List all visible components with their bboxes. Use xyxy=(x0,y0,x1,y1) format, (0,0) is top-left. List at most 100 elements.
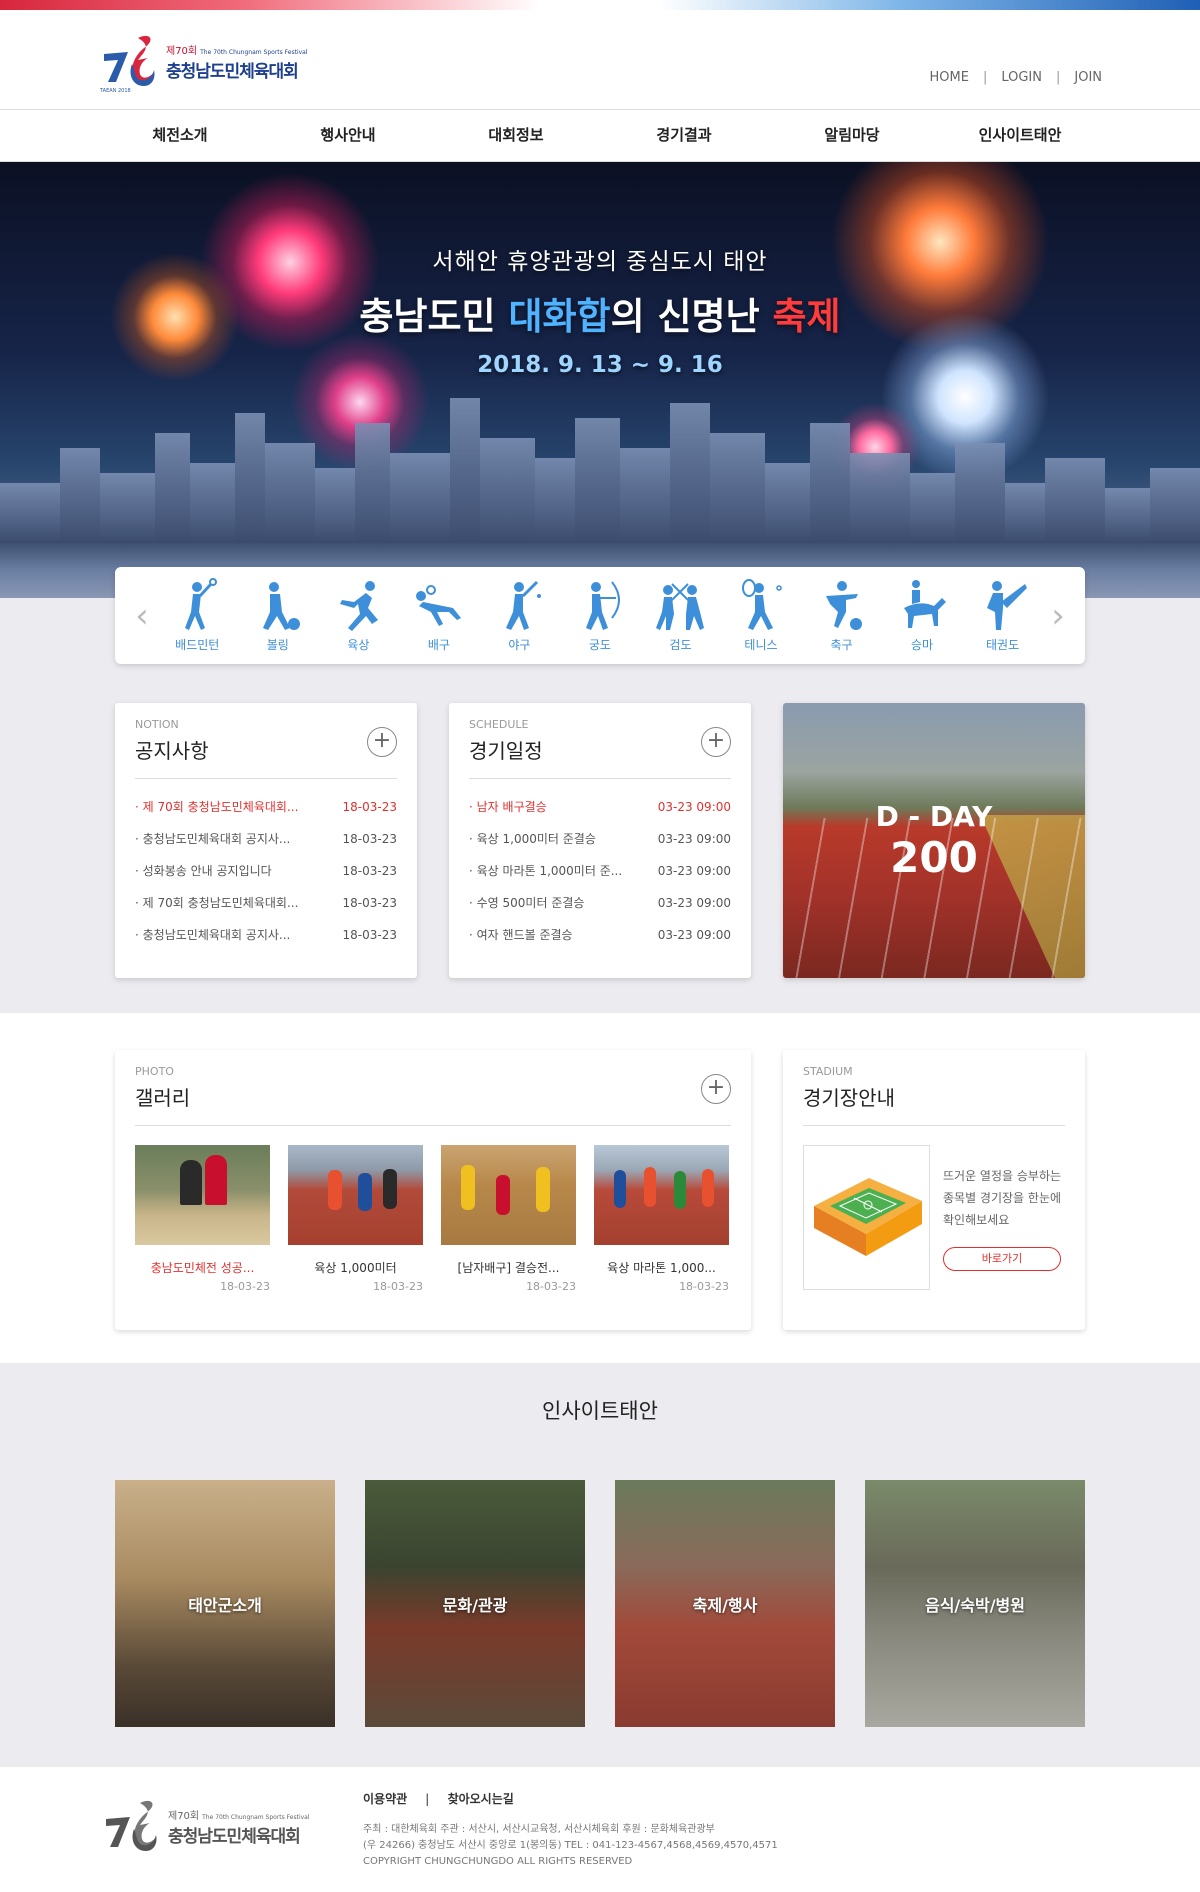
sport-baseball[interactable]: 야구 xyxy=(484,578,554,653)
nav-item-events[interactable]: 행사안내 xyxy=(264,110,432,161)
notice-row-title: · 제 70회 충청남도민체육대회... xyxy=(135,800,299,814)
insight-festival[interactable]: 축제/행사 xyxy=(615,1480,835,1727)
gallery-item[interactable]: 육상 1,000미터 18-03-23 xyxy=(288,1145,423,1293)
dday-countdown: D - DAY 200 xyxy=(783,703,1085,978)
gallery-item-date: 18-03-23 xyxy=(679,1280,729,1293)
insight-taean-intro[interactable]: 태안군소개 xyxy=(115,1480,335,1727)
sport-equestrian[interactable]: 승마 xyxy=(887,578,957,653)
schedule-row[interactable]: · 수영 500미터 준결승 03-23 09:00 xyxy=(469,887,731,919)
notice-row-date: 18-03-23 xyxy=(342,928,397,942)
footer-copyright: COPYRIGHT CHUNGCHUNGDO ALL RIGHTS RESERV… xyxy=(363,1856,633,1867)
insight-label: 문화/관광 xyxy=(442,1595,508,1615)
insight-food-stay-hospital[interactable]: 음식/숙박/병원 xyxy=(865,1480,1085,1727)
nav-item-notice[interactable]: 알림마당 xyxy=(768,110,936,161)
schedule-row[interactable]: · 육상 마라톤 1,000미터 준... 03-23 09:00 xyxy=(469,855,731,887)
sport-label: 야구 xyxy=(508,638,531,652)
sport-tennis[interactable]: 테니스 xyxy=(726,578,796,653)
stadium-title: 경기장안내 xyxy=(803,1086,895,1110)
dday-label: D - DAY xyxy=(875,800,993,833)
notice-row-title: · 충청남도민체육대회 공지사... xyxy=(135,928,291,942)
notice-row-date: 18-03-23 xyxy=(342,832,397,846)
carousel-prev-button[interactable]: ‹ xyxy=(127,596,157,636)
schedule-row[interactable]: · 육상 1,000미터 준결승 03-23 09:00 xyxy=(469,823,731,855)
gallery-item-caption: 육상 마라톤 1,000... xyxy=(607,1261,716,1275)
sport-archery[interactable]: 궁도 xyxy=(565,578,635,653)
sport-volleyball[interactable]: 배구 xyxy=(404,578,474,653)
volleyball-icon xyxy=(415,585,461,626)
schedule-row[interactable]: · 여자 핸드볼 준결승 03-23 09:00 xyxy=(469,919,731,951)
schedule-row-time: 03-23 09:00 xyxy=(657,832,731,846)
sport-label: 축구 xyxy=(830,638,853,652)
gallery-item[interactable]: 충남도민체전 성공... 18-03-23 xyxy=(135,1145,270,1293)
notice-row-date: 18-03-23 xyxy=(342,896,397,910)
nav-item-results[interactable]: 경기결과 xyxy=(600,110,768,161)
notice-row[interactable]: · 성화봉송 안내 공지입니다 18-03-23 xyxy=(135,855,397,887)
stadium-illustration xyxy=(803,1145,930,1290)
hero-title-part: 의 신명난 xyxy=(610,295,773,338)
join-link[interactable]: JOIN xyxy=(1074,70,1102,85)
nav-item-intro[interactable]: 체전소개 xyxy=(96,110,264,161)
logo-english: The 70th Chungnam Sports Festival xyxy=(200,49,308,56)
notice-row[interactable]: · 충청남도민체육대회 공지사... 18-03-23 xyxy=(135,919,397,951)
stadium-icon xyxy=(814,1178,922,1256)
directions-link[interactable]: 찾아오시는길 xyxy=(448,1792,514,1806)
gallery-photo xyxy=(288,1145,423,1245)
gallery-item[interactable]: [남자배구] 결승전... 18-03-23 xyxy=(441,1145,576,1293)
top-color-bar xyxy=(0,0,1200,10)
notice-row[interactable]: · 제 70회 충청남도민체육대회... 18-03-23 xyxy=(135,887,397,919)
schedule-row-time: 03-23 09:00 xyxy=(657,864,731,878)
sport-athletics[interactable]: 육상 xyxy=(323,578,393,653)
dday-value: 200 xyxy=(890,833,978,882)
sport-label: 테니스 xyxy=(744,638,778,652)
gallery-photo xyxy=(135,1145,270,1245)
stadium-desc-line: 확인해보세요 xyxy=(943,1213,1010,1227)
gallery-more-button[interactable]: + xyxy=(701,1074,731,1104)
hero-banner: 서해안 휴양관광의 중심도시 태안 충남도민 대화합의 신명난 축제 2018.… xyxy=(0,162,1200,598)
carousel-next-button[interactable]: › xyxy=(1043,596,1073,636)
site-logo[interactable]: TAEAN 2018 제70회 The 70th Chungnam Sports … xyxy=(98,30,308,94)
insight-title: 인사이트태안 xyxy=(542,1399,658,1423)
gallery-item[interactable]: 육상 마라톤 1,000... 18-03-23 xyxy=(594,1145,729,1293)
divider xyxy=(135,1125,731,1126)
gallery-item-caption: 충남도민체전 성공... xyxy=(150,1261,255,1275)
notice-row-date: 18-03-23 xyxy=(342,864,397,878)
footer-logo-english: The 70th Chungnam Sports Festival xyxy=(202,1814,310,1821)
sport-taekwondo[interactable]: 태권도 xyxy=(968,578,1038,653)
schedule-more-button[interactable]: + xyxy=(701,727,731,757)
nav-item-info[interactable]: 대회정보 xyxy=(432,110,600,161)
notice-row[interactable]: · 제 70회 충청남도민체육대회... 18-03-23 xyxy=(135,791,397,823)
notice-title: 공지사항 xyxy=(135,739,209,763)
logo-emblem-icon: TAEAN 2018 xyxy=(98,30,158,94)
divider xyxy=(803,1125,1065,1126)
soccer-icon xyxy=(825,581,862,630)
sport-label: 배드민턴 xyxy=(175,638,220,652)
terms-link[interactable]: 이용약관 xyxy=(363,1792,407,1806)
insight-label: 음식/숙박/병원 xyxy=(924,1595,1025,1615)
insight-culture-tour[interactable]: 문화/관광 xyxy=(365,1480,585,1727)
city-skyline xyxy=(0,388,1200,543)
schedule-row[interactable]: · 남자 배구결승 03-23 09:00 xyxy=(469,791,731,823)
sport-label: 검도 xyxy=(669,638,692,652)
sport-label: 태권도 xyxy=(986,638,1020,652)
sport-badminton[interactable]: 배드민턴 xyxy=(162,578,232,653)
hero-title: 충남도민 대화합의 신명난 축제 xyxy=(0,286,1200,340)
nav-item-insight[interactable]: 인사이트태안 xyxy=(936,110,1104,161)
sport-soccer[interactable]: 축구 xyxy=(807,578,877,653)
notice-row-title: · 성화봉송 안내 공지입니다 xyxy=(135,864,272,878)
sport-bowling[interactable]: 볼링 xyxy=(243,578,313,653)
notice-more-button[interactable]: + xyxy=(367,727,397,757)
sport-label: 육상 xyxy=(347,638,370,652)
login-link[interactable]: LOGIN xyxy=(1001,70,1042,85)
stadium-go-button[interactable]: 바로가기 xyxy=(943,1247,1061,1271)
site-footer: 제70회 The 70th Chungnam Sports Festival 충청… xyxy=(0,1767,1200,1892)
schedule-row-title: · 육상 마라톤 1,000미터 준... xyxy=(469,864,623,878)
sport-kendo[interactable]: 검도 xyxy=(645,578,715,653)
gallery-item-caption: 육상 1,000미터 xyxy=(314,1261,397,1275)
tennis-icon xyxy=(741,579,782,630)
baseball-icon xyxy=(506,580,542,630)
home-link[interactable]: HOME xyxy=(929,70,968,85)
hero-title-highlight: 축제 xyxy=(772,295,841,338)
notice-row[interactable]: · 충청남도민체육대회 공지사... 18-03-23 xyxy=(135,823,397,855)
footer-logo-title: 충청남도민체육대회 xyxy=(168,1827,301,1847)
logo-title: 충청남도민체육대회 xyxy=(166,62,299,82)
